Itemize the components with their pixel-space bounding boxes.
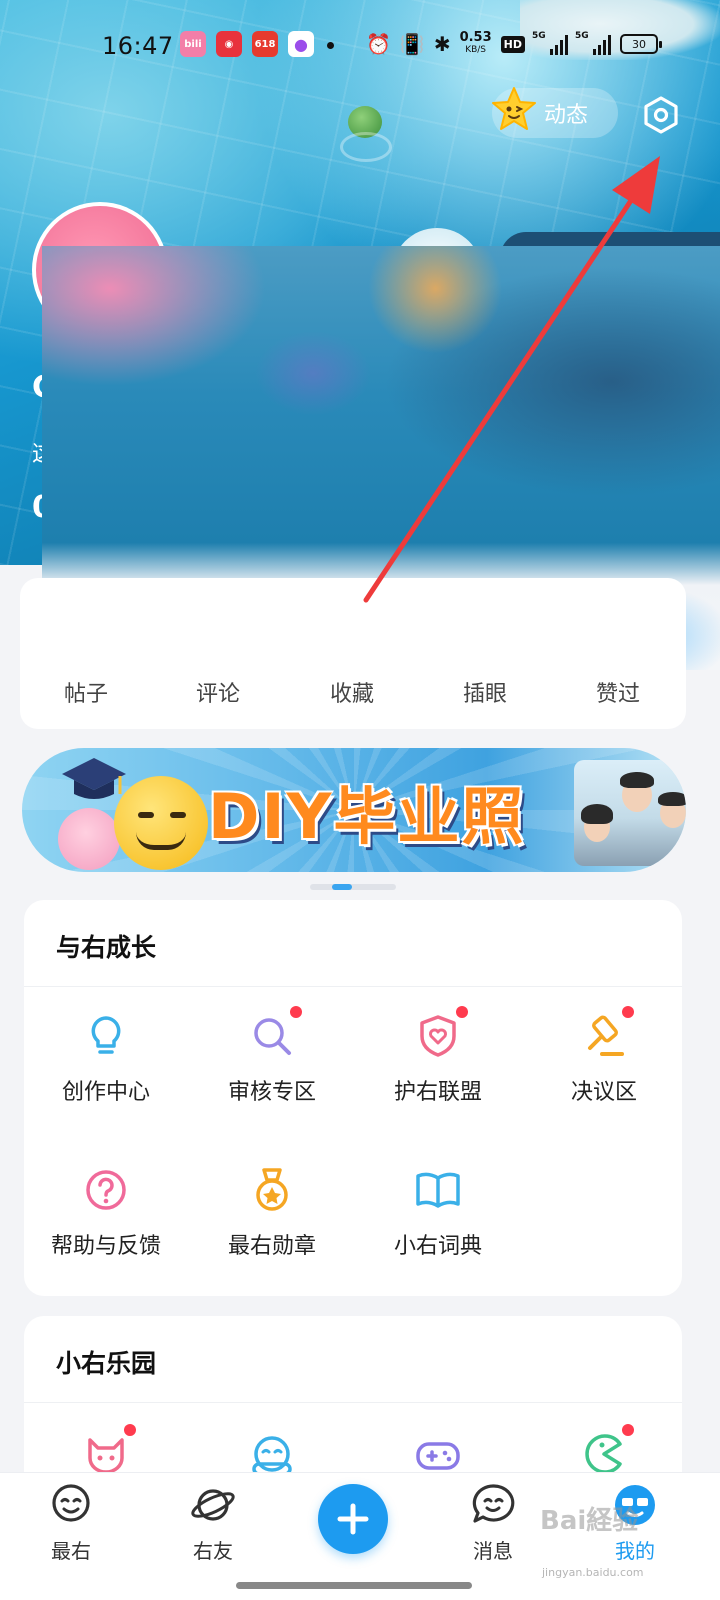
hd-voice-badge: HD bbox=[500, 35, 525, 53]
help-circle-icon bbox=[86, 1170, 126, 1210]
notification-dot bbox=[622, 1424, 634, 1436]
settings-hexagon-icon bbox=[644, 96, 678, 134]
lightbulb-icon bbox=[91, 1016, 121, 1054]
gavel-icon bbox=[588, 1015, 624, 1056]
notification-dot bbox=[290, 1006, 302, 1018]
notification-dot bbox=[456, 1006, 468, 1018]
stat-comments[interactable]: 评论 bbox=[196, 676, 240, 708]
creation-center-item[interactable]: 创作中心 bbox=[24, 1012, 188, 1122]
growth-section-title: 与右成长 bbox=[56, 933, 157, 962]
dongtai-label: 动态 bbox=[544, 103, 589, 128]
graduation-cap-icon bbox=[62, 758, 126, 799]
baidu-jingyan-watermark: Bai経验 bbox=[540, 1506, 639, 1536]
chat-face-icon bbox=[472, 1484, 515, 1523]
notification-app-icons: bili ◉ 618 ● bbox=[180, 31, 314, 57]
planet-icon bbox=[191, 1489, 235, 1521]
headphone-face-icon bbox=[252, 1436, 292, 1476]
netease-music-icon: ◉ bbox=[216, 31, 242, 57]
banner-photo bbox=[574, 760, 686, 866]
bilibili-icon: bili bbox=[180, 31, 206, 57]
resolution-area-item[interactable]: 决议区 bbox=[522, 1006, 686, 1122]
alarm-icon: ⏰ bbox=[366, 32, 391, 56]
settings-button[interactable] bbox=[638, 92, 684, 138]
dongtai-button[interactable]: 动态 bbox=[492, 87, 618, 138]
stat-bookmarks[interactable]: 插眼 bbox=[463, 676, 507, 708]
review-zone-item[interactable]: 审核专区 bbox=[190, 1006, 354, 1122]
network-speed: 0.53 KB/S bbox=[459, 30, 492, 55]
notification-dot bbox=[124, 1424, 136, 1436]
nav-friends[interactable]: 右友 bbox=[168, 1481, 258, 1564]
home-indicator[interactable] bbox=[236, 1582, 472, 1589]
growth-section: 与右成长 创作中心 审核专区 护右联盟 决议区 帮助与反馈 最右勋章 小右词典 bbox=[24, 900, 682, 1296]
purple-app-icon: ● bbox=[288, 31, 314, 57]
banner-pager-active bbox=[332, 884, 352, 890]
dictionary-item[interactable]: 小右词典 bbox=[356, 1166, 520, 1276]
medal-icon bbox=[256, 1168, 288, 1211]
create-post-button[interactable] bbox=[318, 1484, 388, 1554]
signal-icon: 5G bbox=[575, 31, 611, 55]
watermark-url: jingyan.baidu.com bbox=[542, 1566, 644, 1579]
more-notifications-dot bbox=[327, 42, 334, 49]
bluetooth-icon: ✱ bbox=[433, 32, 451, 56]
banner-title: DIY毕业照 bbox=[208, 780, 526, 853]
status-bar: 16:47 bili ◉ 618 ● ⏰ 📳 ✱ 0.53 KB/S HD 5G … bbox=[0, 28, 720, 64]
park-section-title: 小右乐园 bbox=[56, 1349, 157, 1378]
vibrate-icon: 📳 bbox=[399, 32, 425, 56]
stat-posts[interactable]: 帖子 bbox=[64, 676, 108, 708]
nav-home[interactable]: 最右 bbox=[26, 1481, 116, 1564]
banner-pink-character bbox=[58, 808, 120, 870]
plus-icon bbox=[337, 1503, 369, 1535]
notification-dot bbox=[622, 1006, 634, 1018]
smile-face-icon bbox=[52, 1484, 90, 1522]
stat-likes[interactable]: 赞过 bbox=[596, 676, 640, 708]
book-icon bbox=[416, 1172, 460, 1208]
banner-pager bbox=[310, 884, 396, 890]
star-icon bbox=[488, 84, 540, 136]
gamepad-icon bbox=[416, 1442, 460, 1470]
signal-icon: 5G bbox=[532, 31, 568, 55]
battery-icon: 30 bbox=[620, 34, 662, 54]
pinduoduo-618-icon: 618 bbox=[252, 31, 278, 57]
nav-messages[interactable]: 消息 bbox=[448, 1481, 538, 1564]
devil-cat-icon bbox=[88, 1438, 124, 1474]
banner-smiley-character bbox=[114, 776, 208, 870]
pacman-icon bbox=[585, 1434, 622, 1474]
shield-heart-icon bbox=[420, 1015, 456, 1057]
stat-favorites[interactable]: 收藏 bbox=[330, 676, 374, 708]
medal-item[interactable]: 最右勋章 bbox=[190, 1166, 354, 1276]
status-time: 16:47 bbox=[102, 32, 174, 60]
guard-alliance-item[interactable]: 护右联盟 bbox=[356, 1006, 520, 1122]
magnifier-icon bbox=[254, 1018, 291, 1055]
help-feedback-item[interactable]: 帮助与反馈 bbox=[24, 1166, 188, 1276]
